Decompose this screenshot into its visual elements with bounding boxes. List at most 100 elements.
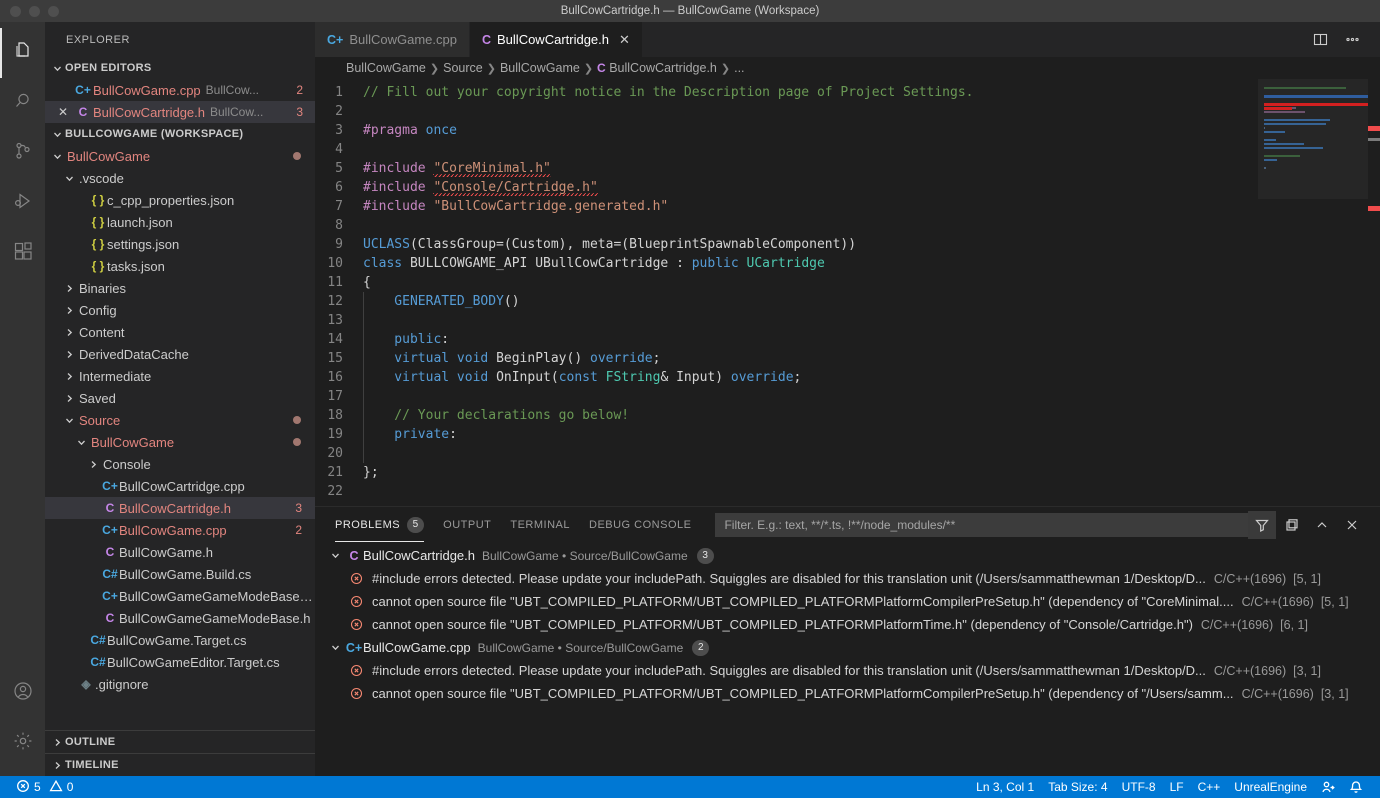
problem-item[interactable]: cannot open source file "UBT_COMPILED_PL… [315,682,1380,705]
split-editor-icon[interactable] [1306,26,1334,54]
tree-item[interactable]: Saved [45,387,315,409]
breadcrumb-item[interactable]: BullCowGame [500,61,580,75]
chevron-down-icon[interactable] [61,173,77,184]
tree-item[interactable]: CBullCowGameGameModeBase.h [45,607,315,629]
close-tab-icon[interactable]: ✕ [619,32,630,48]
breadcrumb[interactable]: BullCowGame❯Source❯BullCowGame❯C BullCow… [315,57,1380,79]
code-line[interactable]: 2 [315,102,1258,121]
problems-status[interactable]: 5 0 [9,776,80,798]
code-line[interactable]: 7#include "BullCowCartridge.generated.h" [315,197,1258,216]
open-editor-item[interactable]: ✕CBullCowCartridge.hBullCow...3 [45,101,315,123]
code-line[interactable]: 6#include "Console/Cartridge.h" [315,178,1258,197]
tree-item[interactable]: Content [45,321,315,343]
code-line[interactable]: 12 GENERATED_BODY() [315,292,1258,311]
chevron-right-icon[interactable] [61,327,77,338]
activity-extensions[interactable] [0,228,45,278]
problems-filter-input[interactable]: Filter. E.g.: text, **/*.ts, !**/node_mo… [715,513,1248,537]
activity-run-debug[interactable] [0,178,45,228]
sidebar-section-outline[interactable]: OUTLINE [45,730,315,753]
bell-icon[interactable] [1342,776,1370,798]
code-line[interactable]: 8 [315,216,1258,235]
problem-group[interactable]: C+BullCowGame.cppBullCowGame • Source/Bu… [315,636,1380,659]
close-window-button[interactable] [10,6,21,17]
editor-tab[interactable]: C+BullCowGame.cpp [315,22,470,57]
status-tab-size[interactable]: Tab Size: 4 [1041,776,1114,798]
chevron-right-icon[interactable] [61,393,77,404]
tree-item[interactable]: { }settings.json [45,233,315,255]
tree-item[interactable]: CBullCowCartridge.h3 [45,497,315,519]
tree-item[interactable]: C+BullCowCartridge.cpp [45,475,315,497]
tree-item[interactable]: C+BullCowGameGameModeBase.c... [45,585,315,607]
chevron-down-icon[interactable] [325,550,345,561]
status-cursor-position[interactable]: Ln 3, Col 1 [969,776,1041,798]
tree-item[interactable]: ◈.gitignore [45,673,315,695]
open-editor-item[interactable]: C+BullCowGame.cppBullCow...2 [45,79,315,101]
tree-item[interactable]: C#BullCowGame.Build.cs [45,563,315,585]
chevron-right-icon[interactable] [61,371,77,382]
status-language-mode[interactable]: C++ [1191,776,1228,798]
section-open-editors[interactable]: OPEN EDITORS [45,57,315,79]
tree-item[interactable]: { }launch.json [45,211,315,233]
breadcrumb-item[interactable]: ... [734,61,744,75]
code-line[interactable]: 16 virtual void OnInput(const FString& I… [315,368,1258,387]
tree-item[interactable]: C#BullCowGameEditor.Target.cs [45,651,315,673]
code-line[interactable]: 5#include "CoreMinimal.h" [315,159,1258,178]
activity-manage-settings[interactable] [0,718,45,768]
status-unreal-engine[interactable]: UnrealEngine [1227,776,1314,798]
code-line[interactable]: 22 [315,482,1258,501]
minimap[interactable] [1258,79,1380,506]
chevron-right-icon[interactable] [61,283,77,294]
panel-tab-output[interactable]: OUTPUT [443,507,491,542]
tree-item[interactable]: Source [45,409,315,431]
tree-item[interactable]: BullCowGame [45,145,315,167]
chevron-down-icon[interactable] [73,437,89,448]
tree-item[interactable]: C#BullCowGame.Target.cs [45,629,315,651]
more-actions-icon[interactable] [1338,26,1366,54]
code-line[interactable]: 15 virtual void BeginPlay() override; [315,349,1258,368]
filter-icon[interactable] [1248,511,1276,539]
code-line[interactable]: 13 [315,311,1258,330]
section-workspace[interactable]: BULLCOWGAME (WORKSPACE) [45,123,315,145]
editor-tab[interactable]: CBullCowCartridge.h✕ [470,22,643,57]
sidebar-section-timeline[interactable]: TIMELINE [45,753,315,776]
code-content[interactable]: 1// Fill out your copyright notice in th… [315,79,1258,506]
chevron-down-icon[interactable] [61,415,77,426]
tree-item[interactable]: Binaries [45,277,315,299]
tree-item[interactable]: .vscode [45,167,315,189]
panel-tab-problems[interactable]: PROBLEMS5 [335,507,424,542]
minimize-window-button[interactable] [29,6,40,17]
chevron-right-icon[interactable] [61,349,77,360]
tree-item[interactable]: { }tasks.json [45,255,315,277]
problem-group[interactable]: CBullCowCartridge.hBullCowGame • Source/… [315,544,1380,567]
code-line[interactable]: 3#pragma once [315,121,1258,140]
code-line[interactable]: 9UCLASS(ClassGroup=(Custom), meta=(Bluep… [315,235,1258,254]
live-share-icon[interactable] [1314,776,1342,798]
window-controls[interactable] [0,6,59,17]
code-line[interactable]: 19 private: [315,425,1258,444]
code-line[interactable]: 10class BULLCOWGAME_API UBullCowCartridg… [315,254,1258,273]
tree-item[interactable]: DerivedDataCache [45,343,315,365]
code-line[interactable]: 4 [315,140,1258,159]
code-line[interactable]: 1// Fill out your copyright notice in th… [315,83,1258,102]
activity-accounts[interactable] [0,668,45,718]
activity-source-control[interactable] [0,128,45,178]
panel-tab-terminal[interactable]: TERMINAL [510,507,570,542]
tree-item[interactable]: Console [45,453,315,475]
close-editor-icon[interactable]: ✕ [53,105,73,119]
tree-item[interactable]: { }c_cpp_properties.json [45,189,315,211]
activity-explorer[interactable] [0,28,45,78]
status-encoding[interactable]: UTF-8 [1115,776,1163,798]
tree-item[interactable]: C+BullCowGame.cpp2 [45,519,315,541]
panel-tab-debug-console[interactable]: DEBUG CONSOLE [589,507,691,542]
problem-item[interactable]: #include errors detected. Please update … [315,659,1380,682]
code-line[interactable]: 21}; [315,463,1258,482]
problem-item[interactable]: cannot open source file "UBT_COMPILED_PL… [315,613,1380,636]
code-line[interactable]: 17 [315,387,1258,406]
problem-item[interactable]: #include errors detected. Please update … [315,567,1380,590]
chevron-right-icon[interactable] [61,305,77,316]
breadcrumb-item[interactable]: C BullCowCartridge.h [597,61,717,75]
code-line[interactable]: 18 // Your declarations go below! [315,406,1258,425]
chevron-right-icon[interactable] [85,459,101,470]
maximize-window-button[interactable] [48,6,59,17]
breadcrumb-item[interactable]: Source [443,61,483,75]
